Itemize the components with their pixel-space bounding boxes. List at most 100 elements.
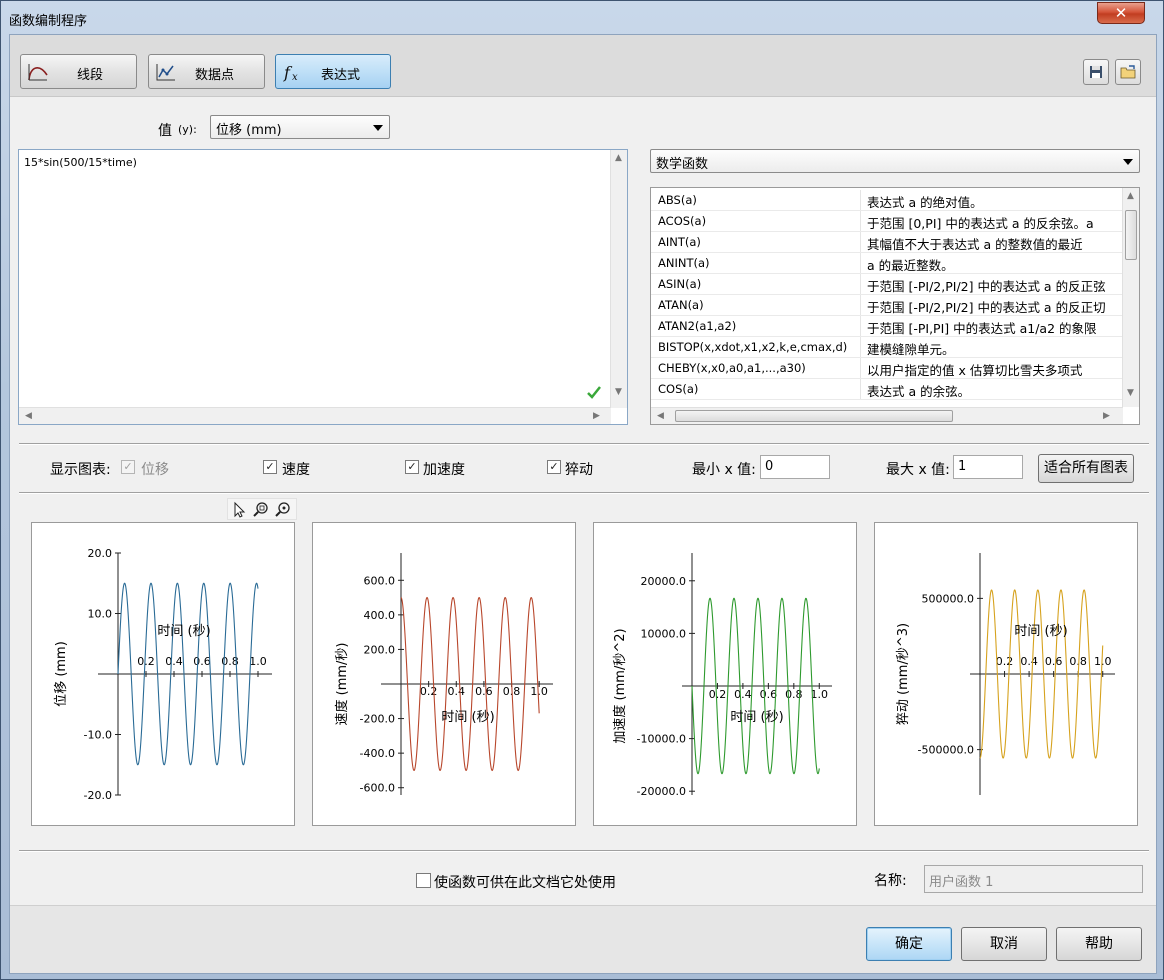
scroll-right-icon[interactable]: ▶ <box>593 411 600 421</box>
show-velocity-checkbox[interactable]: ✓ <box>263 460 277 474</box>
acceleration-chart[interactable]: 20000.0 10000.0 -10000.0 -20000.0 0.2 0.4 0.6 0… <box>593 522 857 826</box>
show-displacement-checkbox[interactable]: ✓ <box>121 460 135 474</box>
show-acceleration-checkbox[interactable]: ✓ <box>405 460 419 474</box>
y-tick-label: 10.0 <box>88 608 113 621</box>
x-tick-label: 0.6 <box>193 655 211 668</box>
function-row[interactable]: AINT(a) 其幅值不大于表达式 a 的整数值的最近 <box>651 232 1123 253</box>
y-axis-label: 加速度 (mm/秒^2) <box>612 628 628 743</box>
check-valid-icon <box>587 386 601 399</box>
function-row[interactable]: ACOS(a) 于范围 [0,PI] 中的表达式 a 的反余弦。a <box>651 211 1123 232</box>
show-displacement-label: 位移 <box>141 462 169 478</box>
open-folder-icon <box>1120 65 1136 79</box>
show-acceleration-label: 加速度 <box>423 462 465 478</box>
value-type-selected: 位移 (mm) <box>216 123 282 138</box>
value-sublabel: (y): <box>178 123 197 136</box>
y-tick-label: -600.0 <box>360 782 395 795</box>
function-row[interactable]: BISTOP(x,xdot,x1,x2,k,e,cmax,d) 建模缝隙单元。 <box>651 337 1123 358</box>
scroll-thumb[interactable] <box>675 410 953 422</box>
share-function-label: 使函数可供在此文档它处使用 <box>434 875 616 891</box>
show-jerk-label: 猝动 <box>565 462 593 478</box>
jerk-chart[interactable]: 500000.0 -500000.0 0.2 0.4 0.6 0.8 1.0 时间 (秒) 猝动… <box>874 522 1138 826</box>
max-x-label: 最大 x 值: <box>886 462 950 478</box>
x-tick-label: 0.6 <box>760 688 778 701</box>
scroll-up-icon[interactable]: ▲ <box>615 153 622 163</box>
x-tick-label: 0.2 <box>420 685 438 698</box>
x-tick-label: 1.0 <box>249 655 267 668</box>
editor-horizontal-scrollbar[interactable]: ◀ ▶ <box>19 407 611 424</box>
show-jerk-checkbox[interactable]: ✓ <box>547 460 561 474</box>
pointer-icon[interactable] <box>231 501 249 519</box>
mode-datapoints-button[interactable]: 数据点 <box>148 54 265 89</box>
mode-datapoints-label: 数据点 <box>195 68 235 83</box>
y-tick-label: -500000.0 <box>918 744 974 757</box>
function-category-selected: 数学函数 <box>656 157 709 172</box>
function-list-vertical-scrollbar[interactable]: ▲ ▼ <box>1122 188 1139 407</box>
value-label: 值 <box>158 123 172 139</box>
title-bar: 函数编制程序 ✕ <box>1 1 1163 33</box>
help-button[interactable]: 帮助 <box>1056 927 1142 961</box>
mode-expression-button[interactable]: f x 表达式 <box>275 54 391 89</box>
x-tick-label: 0.4 <box>734 688 752 701</box>
dialog-button-bar: 确定 取消 帮助 <box>10 905 1156 973</box>
y-tick-label: -400.0 <box>360 747 395 760</box>
y-tick-label: 200.0 <box>364 643 396 656</box>
scroll-left-icon[interactable]: ◀ <box>25 411 32 421</box>
name-label: 名称: <box>874 873 907 889</box>
mode-segment-button[interactable]: 线段 <box>20 54 137 89</box>
scroll-up-icon[interactable]: ▲ <box>1127 191 1134 201</box>
y-tick-label: 500000.0 <box>922 592 975 605</box>
min-x-input[interactable]: 0 <box>760 455 830 479</box>
function-row[interactable]: CHEBY(x,x0,a0,a1,...,a30) 以用户指定的值 x 估算切比雪… <box>651 358 1123 379</box>
editor-vertical-scrollbar[interactable]: ▲ ▼ <box>610 150 627 408</box>
save-function-button[interactable] <box>1083 59 1109 85</box>
x-tick-label: 0.6 <box>1045 655 1063 668</box>
chevron-down-icon <box>1123 159 1133 165</box>
mode-expression-label: 表达式 <box>321 68 361 83</box>
function-row[interactable]: ANINT(a) a 的最近整数。 <box>651 253 1123 274</box>
close-button[interactable]: ✕ <box>1097 2 1145 24</box>
displacement-chart[interactable]: 20.0 10.0 -10.0 -20.0 0.2 0.4 0.6 0.8 1.0 时间 (秒) 位… <box>31 522 295 826</box>
section-divider <box>19 443 1149 445</box>
function-row[interactable]: ASIN(a) 于范围 [-PI/2,PI/2] 中的表达式 a 的反正弦 <box>651 274 1123 295</box>
function-list-horizontal-scrollbar[interactable]: ◀ ▶ <box>651 407 1123 424</box>
function-row[interactable]: ABS(a) 表达式 a 的绝对值。 <box>651 190 1123 211</box>
dialog-client: 线段 数据点 f x 表达式 值 (y): 位移 (mm) 15*sin(500… <box>9 34 1157 974</box>
function-row[interactable]: ATAN(a) 于范围 [-PI/2,PI/2] 中的表达式 a 的反正切 <box>651 295 1123 316</box>
zoom-region-icon[interactable] <box>252 501 270 519</box>
x-tick-label: 0.4 <box>448 685 466 698</box>
value-type-select[interactable]: 位移 (mm) <box>210 115 390 139</box>
x-axis-label: 时间 (秒) <box>441 710 494 725</box>
function-row[interactable]: COS(a) 表达式 a 的余弦。 <box>651 379 1123 400</box>
scroll-thumb[interactable] <box>1125 210 1137 260</box>
cancel-button[interactable]: 取消 <box>961 927 1047 961</box>
open-function-button[interactable] <box>1115 59 1141 85</box>
scroll-down-icon[interactable]: ▼ <box>1127 388 1134 398</box>
expression-editor[interactable]: 15*sin(500/15*time) ▲ ▼ ◀ ▶ <box>18 149 628 425</box>
min-x-label: 最小 x 值: <box>692 462 756 478</box>
x-tick-label: 0.4 <box>165 655 183 668</box>
share-function-checkbox[interactable] <box>416 873 431 888</box>
y-tick-label: 600.0 <box>364 574 396 587</box>
scroll-right-icon[interactable]: ▶ <box>1103 411 1110 421</box>
max-x-input[interactable]: 1 <box>953 455 1023 479</box>
y-tick-label: -20000.0 <box>637 785 686 798</box>
x-axis-label: 时间 (秒) <box>1014 624 1067 639</box>
function-row[interactable]: ATAN2(a1,a2) 于范围 [-PI,PI] 中的表达式 a1/a2 的象限 <box>651 316 1123 337</box>
function-list[interactable]: ABS(a) 表达式 a 的绝对值。 ACOS(a) 于范围 [0,PI] 中的表达… <box>650 187 1140 425</box>
x-tick-label: 0.2 <box>996 655 1014 668</box>
chart-toolbar <box>227 498 297 520</box>
expression-text[interactable]: 15*sin(500/15*time) <box>24 156 137 169</box>
fx-icon: f x <box>283 63 298 83</box>
y-tick-label: 20.0 <box>88 547 113 560</box>
scroll-left-icon[interactable]: ◀ <box>657 411 664 421</box>
zoom-fit-icon[interactable] <box>274 501 292 519</box>
velocity-chart[interactable]: 600.0 400.0 200.0 -200.0 -400.0 -600.0 0.2 0.4 0… <box>312 522 576 826</box>
x-tick-label: 0.4 <box>1020 655 1038 668</box>
fit-all-charts-button[interactable]: 适合所有图表 <box>1038 454 1134 483</box>
section-divider <box>19 850 1149 852</box>
ok-button[interactable]: 确定 <box>866 927 952 961</box>
function-name-input[interactable]: 用户函数 1 <box>924 865 1143 893</box>
x-tick-label: 1.0 <box>530 685 548 698</box>
scroll-down-icon[interactable]: ▼ <box>615 387 622 397</box>
function-category-select[interactable]: 数学函数 <box>650 149 1140 173</box>
